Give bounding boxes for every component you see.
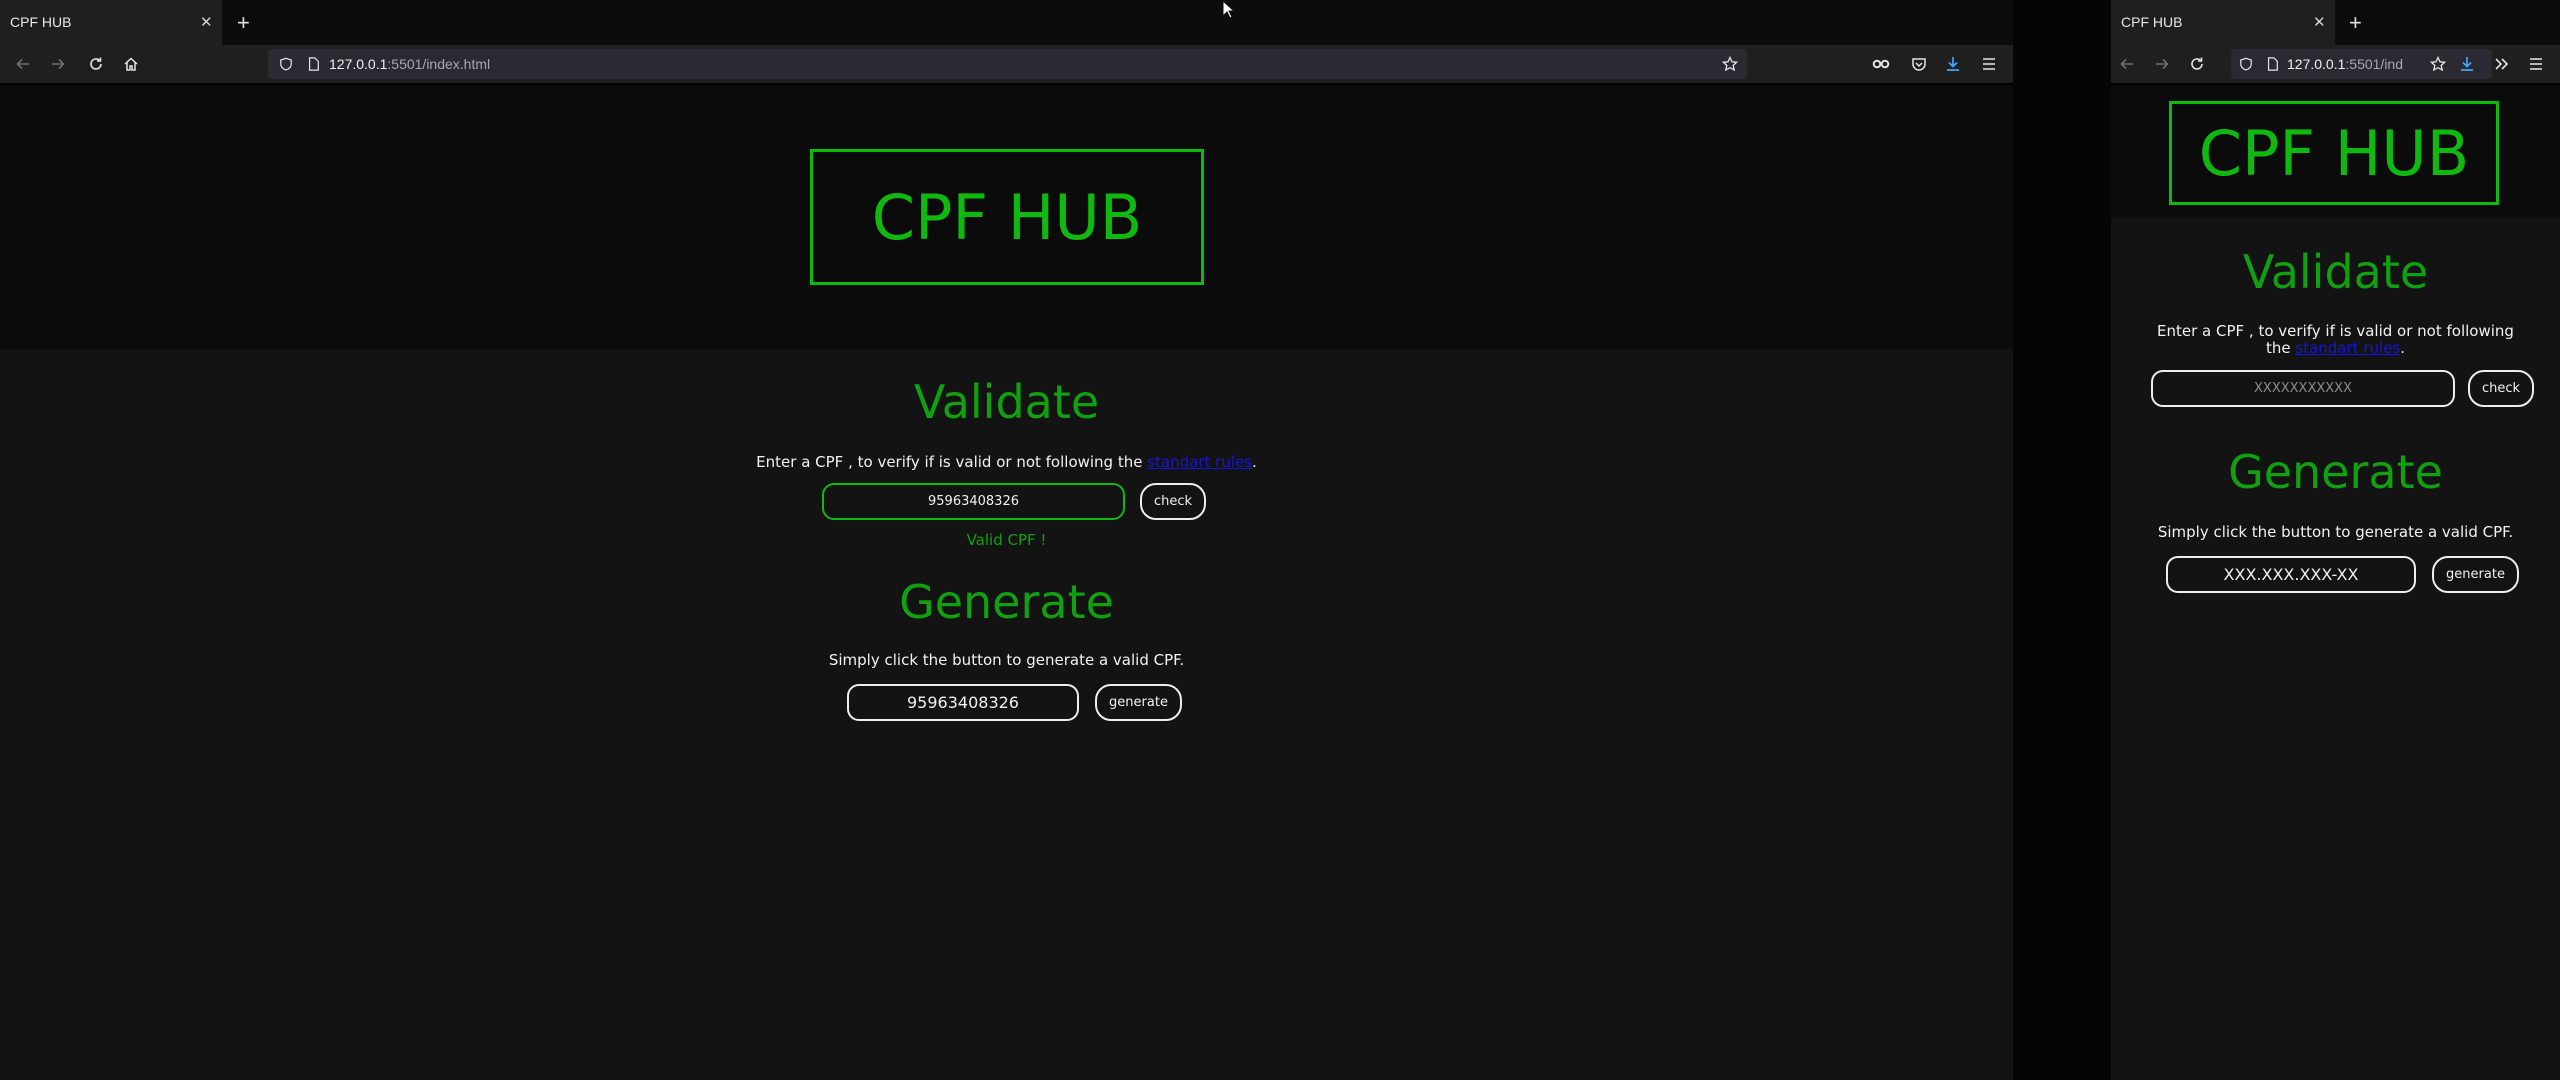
tab-title: CPF HUB bbox=[2121, 14, 2183, 30]
url-bar[interactable]: 127.0.0.1:5501/ind bbox=[2231, 49, 2492, 79]
navigation-toolbar: 127.0.0.1:5501/ind bbox=[2111, 45, 2560, 83]
cpf-input[interactable] bbox=[2151, 370, 2455, 407]
page-content: CPF HUB Validate Enter a CPF , to verify… bbox=[0, 85, 2013, 1080]
generate-title: Generate bbox=[899, 575, 1114, 629]
reload-icon[interactable] bbox=[84, 45, 108, 83]
generated-cpf-output[interactable] bbox=[847, 684, 1079, 721]
site-header: CPF HUB bbox=[0, 85, 2013, 349]
pocket-icon[interactable] bbox=[1907, 45, 1931, 83]
mask-icon[interactable] bbox=[1869, 45, 1893, 83]
menu-icon[interactable] bbox=[1977, 45, 2001, 83]
shield-icon[interactable] bbox=[2234, 49, 2258, 79]
validate-desc-suffix: . bbox=[1252, 453, 1257, 471]
check-button[interactable]: check bbox=[2468, 370, 2534, 407]
validation-result: Valid CPF ! bbox=[966, 531, 1047, 549]
close-icon[interactable]: ✕ bbox=[200, 0, 213, 45]
page-icon bbox=[2260, 49, 2284, 79]
back-arrow-icon[interactable] bbox=[11, 45, 35, 83]
tab-bar: CPF HUB ✕ + bbox=[2111, 0, 2560, 45]
cpf-input[interactable] bbox=[822, 483, 1125, 520]
plus-icon[interactable]: + bbox=[237, 0, 250, 45]
tab-title: CPF HUB bbox=[10, 14, 72, 30]
plus-icon[interactable]: + bbox=[2349, 0, 2362, 45]
page-content: CPF HUB Validate Enter a CPF , to verify… bbox=[2111, 85, 2560, 1080]
tab-cpf-hub[interactable]: CPF HUB ✕ bbox=[2111, 0, 2335, 45]
site-header: CPF HUB bbox=[2111, 85, 2560, 218]
generate-description: Simply click the button to generate a va… bbox=[2157, 523, 2514, 541]
close-icon[interactable]: ✕ bbox=[2313, 0, 2326, 45]
browser-window-right: CPF HUB ✕ + 127.0.0.1:5501/ind CPF HUB V… bbox=[2111, 0, 2560, 1080]
standard-rules-link[interactable]: standart rules bbox=[2295, 339, 2400, 357]
site-logo: CPF HUB bbox=[810, 149, 1204, 285]
url-host: 127.0.0.1 bbox=[2287, 56, 2346, 72]
shield-icon[interactable] bbox=[274, 49, 298, 79]
check-button[interactable]: check bbox=[1140, 483, 1206, 520]
reload-icon[interactable] bbox=[2185, 45, 2209, 83]
forward-arrow-icon[interactable] bbox=[2150, 45, 2174, 83]
validate-desc-prefix: Enter a CPF , to verify if is valid or n… bbox=[756, 453, 1148, 471]
url-text[interactable]: 127.0.0.1:5501/index.html bbox=[329, 49, 490, 79]
generate-button[interactable]: generate bbox=[1095, 684, 1182, 721]
generate-title: Generate bbox=[2228, 445, 2443, 499]
url-path: :5501/ind bbox=[2345, 56, 2403, 72]
back-arrow-icon[interactable] bbox=[2115, 45, 2139, 83]
site-logo: CPF HUB bbox=[2169, 101, 2499, 205]
validate-description: Enter a CPF , to verify if is valid or n… bbox=[2111, 323, 2560, 357]
forward-arrow-icon[interactable] bbox=[46, 45, 70, 83]
url-host: 127.0.0.1 bbox=[329, 56, 388, 72]
star-icon[interactable] bbox=[1718, 49, 1742, 79]
navigation-toolbar: 127.0.0.1:5501/index.html bbox=[0, 45, 2013, 83]
download-icon[interactable] bbox=[2455, 45, 2479, 83]
page-icon bbox=[301, 49, 325, 79]
cursor-icon bbox=[1222, 0, 1236, 19]
tab-bar: CPF HUB ✕ + bbox=[0, 0, 2013, 45]
home-icon[interactable] bbox=[119, 45, 143, 83]
url-bar[interactable]: 127.0.0.1:5501/index.html bbox=[268, 49, 1747, 79]
url-text[interactable]: 127.0.0.1:5501/ind bbox=[2287, 49, 2403, 79]
star-icon[interactable] bbox=[2426, 49, 2450, 79]
validate-title: Validate bbox=[2242, 245, 2429, 299]
validate-description: Enter a CPF , to verify if is valid or n… bbox=[0, 453, 2013, 471]
browser-window-left: CPF HUB ✕ + 127.0.0.1:5501/index.html CP… bbox=[0, 0, 2013, 1080]
validate-title: Validate bbox=[913, 375, 1100, 429]
generate-button[interactable]: generate bbox=[2432, 556, 2519, 593]
download-icon[interactable] bbox=[1941, 45, 1965, 83]
menu-icon[interactable] bbox=[2524, 45, 2548, 83]
generate-description: Simply click the button to generate a va… bbox=[828, 651, 1185, 669]
validate-desc-suffix: . bbox=[2400, 339, 2405, 357]
generated-cpf-output[interactable] bbox=[2166, 556, 2416, 593]
url-path: :5501/index.html bbox=[387, 56, 491, 72]
tab-cpf-hub[interactable]: CPF HUB ✕ bbox=[0, 0, 222, 45]
standard-rules-link[interactable]: standart rules bbox=[1147, 453, 1252, 471]
desktop-gap bbox=[2013, 0, 2111, 1080]
overflow-chevron-icon[interactable] bbox=[2490, 45, 2514, 83]
